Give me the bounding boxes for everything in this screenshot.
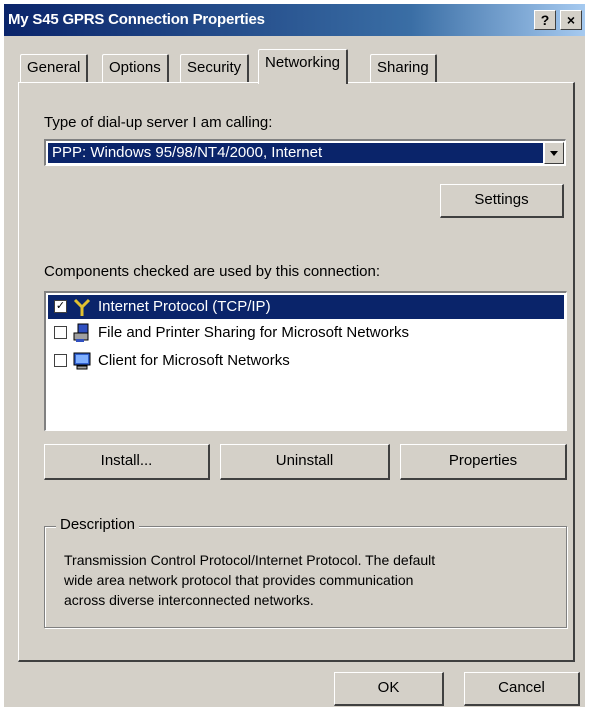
ok-button[interactable]: OK: [334, 672, 444, 706]
cancel-button[interactable]: Cancel: [464, 672, 580, 706]
network-client-icon: [73, 352, 91, 370]
description-line: across diverse interconnected networks.: [64, 592, 314, 608]
components-label: Components checked are used by this conn…: [44, 263, 381, 280]
description-legend: Description: [56, 516, 140, 533]
list-item-label: File and Printer Sharing for Microsoft N…: [98, 324, 409, 341]
network-protocol-icon: [73, 298, 91, 316]
properties-button[interactable]: Properties: [400, 444, 567, 480]
list-item-file-printer-sharing[interactable]: File and Printer Sharing for Microsoft N…: [48, 321, 564, 345]
description-line: Transmission Control Protocol/Internet P…: [64, 552, 436, 568]
components-list[interactable]: ✓ Internet Protocol (TCP/IP) File and Pr…: [44, 291, 567, 431]
install-button[interactable]: Install...: [44, 444, 210, 480]
uninstall-button[interactable]: Uninstall: [220, 444, 390, 480]
list-item-client-ms-networks[interactable]: Client for Microsoft Networks: [48, 349, 564, 373]
checkbox-file-printer-sharing[interactable]: [54, 326, 67, 339]
checkbox-client-ms-networks[interactable]: [54, 354, 67, 367]
list-item-label: Client for Microsoft Networks: [98, 352, 290, 369]
properties-dialog: My S45 GPRS Connection Properties ? × Ge…: [4, 4, 585, 707]
checkbox-tcpip[interactable]: ✓: [54, 300, 67, 313]
list-item-tcpip[interactable]: ✓ Internet Protocol (TCP/IP): [48, 295, 564, 319]
server-type-select[interactable]: PPP: Windows 95/98/NT4/2000, Internet: [44, 139, 566, 166]
server-type-label: Type of dial-up server I am calling:: [44, 114, 273, 131]
chevron-down-icon[interactable]: [544, 142, 564, 164]
description-line: wide area network protocol that provides…: [64, 572, 414, 588]
printer-sharing-icon: [73, 323, 89, 342]
server-type-value: PPP: Windows 95/98/NT4/2000, Internet: [48, 143, 543, 163]
settings-button[interactable]: Settings: [440, 184, 564, 218]
description-text: Transmission Control Protocol/Internet P…: [64, 550, 554, 610]
list-item-label: Internet Protocol (TCP/IP): [98, 298, 271, 315]
